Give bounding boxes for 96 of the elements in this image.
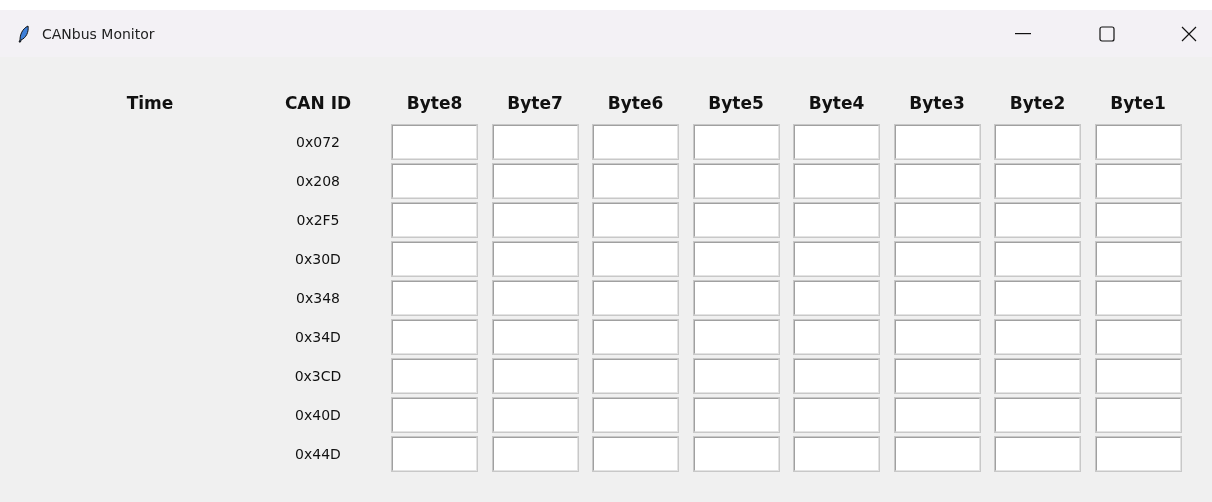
byte-input-field[interactable] — [592, 163, 679, 199]
byte-input-field[interactable] — [391, 397, 478, 433]
byte-input-field[interactable] — [994, 436, 1081, 472]
close-icon — [1181, 25, 1197, 42]
byte-input-field[interactable] — [994, 397, 1081, 433]
byte-input-field[interactable] — [692, 163, 780, 199]
column-header: Byte5 — [707, 93, 765, 113]
byte-input-field[interactable] — [692, 319, 780, 355]
byte-input-field[interactable] — [592, 124, 679, 160]
byte-input-field[interactable] — [692, 397, 780, 433]
byte-input-field[interactable] — [893, 280, 981, 316]
byte-input-field[interactable] — [893, 202, 981, 238]
can-id-label: 0x348 — [295, 290, 341, 306]
feather-icon — [18, 24, 30, 43]
byte-input-field[interactable] — [391, 280, 478, 316]
column-header: Time — [125, 93, 175, 113]
byte-input-field[interactable] — [692, 436, 780, 472]
byte-input-field[interactable] — [491, 319, 579, 355]
byte-input-field[interactable] — [893, 319, 981, 355]
byte-input-field[interactable] — [592, 397, 679, 433]
byte-input-field[interactable] — [1094, 436, 1182, 472]
column-header: Byte2 — [1008, 93, 1067, 113]
byte-input-field[interactable] — [994, 241, 1081, 277]
column-header: Byte4 — [807, 93, 866, 113]
byte-input-field[interactable] — [391, 241, 478, 277]
byte-input-field[interactable] — [994, 319, 1081, 355]
byte-input-field[interactable] — [1094, 241, 1182, 277]
byte-input-field[interactable] — [893, 241, 981, 277]
minimize-icon — [1015, 32, 1031, 35]
byte-input-field[interactable] — [391, 436, 478, 472]
can-id-label: 0x2F5 — [295, 212, 341, 228]
can-id-label: 0x30D — [294, 251, 342, 267]
byte-input-field[interactable] — [491, 124, 579, 160]
byte-input-field[interactable] — [994, 202, 1081, 238]
window-title: CANbus Monitor — [42, 25, 156, 42]
byte-input-field[interactable] — [491, 358, 579, 394]
byte-input-field[interactable] — [391, 124, 478, 160]
byte-input-field[interactable] — [391, 163, 478, 199]
byte-input-field[interactable] — [793, 319, 880, 355]
byte-input-field[interactable] — [592, 241, 679, 277]
can-id-label: 0x3CD — [293, 368, 343, 384]
column-header: Byte8 — [405, 93, 464, 113]
byte-input-field[interactable] — [793, 202, 880, 238]
byte-input-field[interactable] — [391, 319, 478, 355]
column-header: CAN ID — [283, 93, 353, 113]
byte-input-field[interactable] — [893, 397, 981, 433]
byte-input-field[interactable] — [793, 280, 880, 316]
byte-input-field[interactable] — [491, 241, 579, 277]
byte-input-field[interactable] — [793, 358, 880, 394]
byte-input-field[interactable] — [1094, 397, 1182, 433]
byte-input-field[interactable] — [1094, 358, 1182, 394]
byte-input-field[interactable] — [692, 124, 780, 160]
byte-input-field[interactable] — [893, 436, 981, 472]
can-id-label: 0x072 — [295, 134, 341, 150]
byte-input-field[interactable] — [793, 436, 880, 472]
byte-input-field[interactable] — [1094, 202, 1182, 238]
byte-input-field[interactable] — [692, 241, 780, 277]
maximize-icon — [1099, 25, 1115, 42]
byte-input-field[interactable] — [994, 358, 1081, 394]
can-id-label: 0x34D — [294, 329, 342, 345]
byte-input-field[interactable] — [491, 163, 579, 199]
byte-input-field[interactable] — [491, 397, 579, 433]
can-id-label: 0x44D — [294, 446, 342, 462]
byte-input-field[interactable] — [893, 163, 981, 199]
byte-input-field[interactable] — [994, 163, 1081, 199]
byte-input-field[interactable] — [1094, 124, 1182, 160]
byte-input-field[interactable] — [893, 358, 981, 394]
byte-input-field[interactable] — [1094, 319, 1182, 355]
byte-input-field[interactable] — [592, 280, 679, 316]
byte-input-field[interactable] — [994, 280, 1081, 316]
byte-input-field[interactable] — [491, 280, 579, 316]
column-header: Byte7 — [506, 93, 564, 113]
byte-input-field[interactable] — [592, 358, 679, 394]
byte-input-field[interactable] — [491, 202, 579, 238]
byte-input-field[interactable] — [793, 241, 880, 277]
byte-input-field[interactable] — [793, 124, 880, 160]
can-id-label: 0x208 — [295, 173, 341, 189]
can-id-label: 0x40D — [294, 407, 342, 423]
byte-input-field[interactable] — [793, 397, 880, 433]
byte-input-field[interactable] — [692, 280, 780, 316]
byte-input-field[interactable] — [592, 319, 679, 355]
byte-input-field[interactable] — [592, 202, 679, 238]
column-header: Byte6 — [606, 93, 665, 113]
byte-input-field[interactable] — [994, 124, 1081, 160]
byte-input-field[interactable] — [1094, 163, 1182, 199]
byte-input-field[interactable] — [793, 163, 880, 199]
byte-input-field[interactable] — [391, 202, 478, 238]
byte-input-field[interactable] — [692, 202, 780, 238]
column-header: Byte3 — [908, 93, 966, 113]
column-header: Byte1 — [1109, 93, 1167, 113]
byte-input-field[interactable] — [391, 358, 478, 394]
byte-input-field[interactable] — [491, 436, 579, 472]
byte-input-field[interactable] — [692, 358, 780, 394]
byte-input-field[interactable] — [893, 124, 981, 160]
byte-input-field[interactable] — [592, 436, 679, 472]
byte-input-field[interactable] — [1094, 280, 1182, 316]
